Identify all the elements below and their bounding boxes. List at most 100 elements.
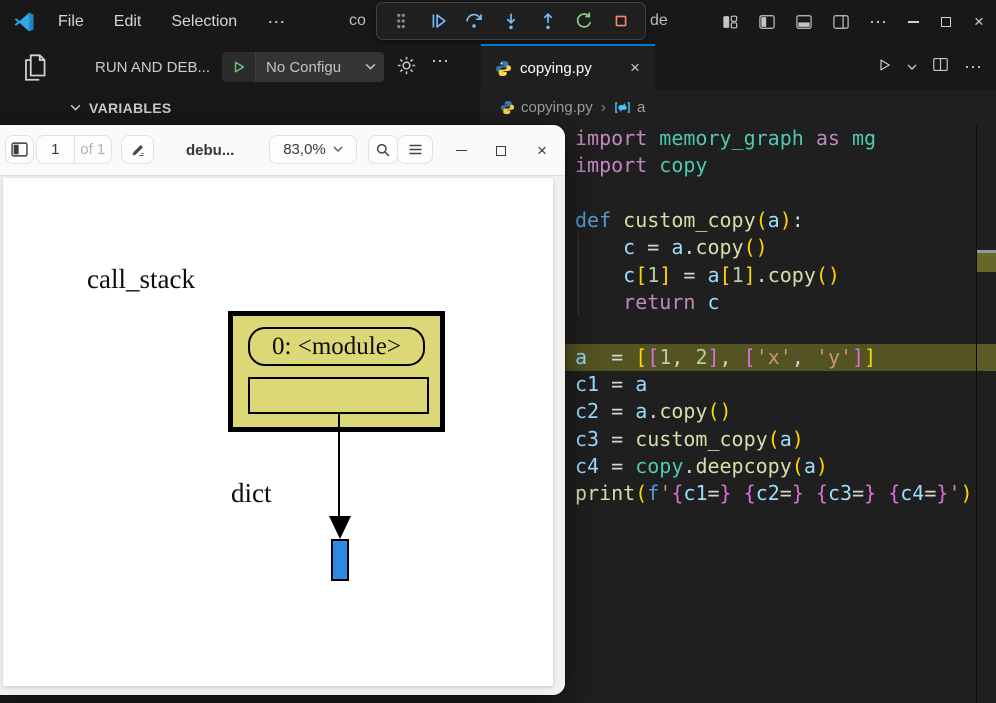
code-token: custom_copy bbox=[635, 427, 767, 451]
code-token: c1 bbox=[575, 372, 599, 396]
code-token: ] bbox=[708, 345, 720, 369]
code-token: a bbox=[804, 454, 816, 478]
explorer-files-icon[interactable] bbox=[18, 50, 52, 84]
code-token: a bbox=[575, 345, 587, 369]
code-token: [ bbox=[647, 345, 659, 369]
run-dropdown-chevron-icon[interactable] bbox=[907, 58, 917, 76]
start-debug-play-icon[interactable] bbox=[222, 52, 256, 82]
titlebar-more-icon[interactable]: ⋯ bbox=[867, 12, 889, 33]
tab-close-icon[interactable]: × bbox=[625, 58, 645, 78]
code-token: copy bbox=[768, 263, 816, 287]
code-line[interactable]: import copy bbox=[565, 152, 977, 179]
launch-config-dropdown[interactable]: No Configu bbox=[222, 52, 384, 82]
breadcrumb-symbol[interactable]: a bbox=[637, 99, 645, 116]
code-token: c2 bbox=[575, 399, 599, 423]
vscode-logo-icon bbox=[12, 10, 36, 34]
split-editor-icon[interactable] bbox=[931, 55, 950, 79]
menu-selection[interactable]: Selection bbox=[171, 13, 237, 31]
code-token: as bbox=[816, 126, 852, 150]
third-row: VARIABLES copying.py › a bbox=[0, 90, 996, 125]
code-editor[interactable]: import memory_graph as mgimport copy def… bbox=[565, 125, 977, 703]
tab-copying-py[interactable]: copying.py × bbox=[481, 44, 655, 90]
code-token: c1 bbox=[683, 481, 707, 505]
code-token: . bbox=[756, 263, 768, 287]
close-button[interactable]: × bbox=[970, 11, 988, 33]
code-line[interactable]: c = a.copy() bbox=[565, 234, 977, 261]
page-number-control[interactable]: 1 of 1 bbox=[36, 135, 112, 164]
code-line[interactable]: print(f'{c1=} {c2=} {c3=} {c4=}') bbox=[565, 480, 977, 507]
code-line[interactable] bbox=[565, 316, 977, 343]
code-token: a bbox=[780, 427, 792, 451]
toggle-sidebar-right-icon[interactable] bbox=[830, 11, 852, 33]
search-button[interactable] bbox=[368, 135, 398, 164]
menu-button[interactable] bbox=[397, 135, 433, 164]
gear-icon[interactable] bbox=[396, 55, 417, 81]
document-page[interactable]: call_stack 0: <module> dict bbox=[3, 178, 553, 686]
viewer-close-button[interactable]: × bbox=[532, 125, 552, 176]
code-line[interactable]: def custom_copy(a): bbox=[565, 207, 977, 234]
debug-step-out-icon[interactable] bbox=[533, 6, 563, 36]
maximize-button[interactable] bbox=[937, 11, 955, 33]
minimize-icon bbox=[908, 21, 919, 23]
code-token: c3 bbox=[828, 481, 852, 505]
code-token bbox=[575, 290, 623, 314]
menu-more-icon[interactable]: ⋯ bbox=[267, 12, 285, 33]
breadcrumb-file[interactable]: copying.py bbox=[521, 99, 593, 116]
code-token: return bbox=[623, 290, 707, 314]
code-line-current[interactable]: a = [[1, 2], ['x', 'y']] bbox=[565, 344, 977, 371]
maximize-icon bbox=[941, 17, 951, 27]
editor-more-icon[interactable]: ⋯ bbox=[964, 57, 982, 78]
code-token: copy bbox=[659, 153, 707, 177]
hamburger-menu-icon bbox=[408, 143, 423, 156]
code-token: a bbox=[635, 399, 647, 423]
overview-ruler-border bbox=[976, 125, 977, 703]
code-token: } bbox=[720, 481, 732, 505]
code-line[interactable]: c[1] = a[1].copy() bbox=[565, 262, 977, 289]
breadcrumb-separator: › bbox=[599, 99, 608, 117]
code-token: 'x' bbox=[756, 345, 792, 369]
sidebar-toggle-button[interactable] bbox=[5, 135, 34, 164]
minimize-button[interactable] bbox=[904, 11, 922, 33]
toggle-panel-icon[interactable] bbox=[793, 11, 815, 33]
debug-step-into-icon[interactable] bbox=[496, 6, 526, 36]
code-line[interactable]: return c bbox=[565, 289, 977, 316]
code-token: = bbox=[852, 481, 864, 505]
tab-bar: copying.py × bbox=[480, 44, 996, 90]
overview-ruler-debug-mark bbox=[977, 253, 996, 272]
second-row: RUN AND DEB... No Configu ⋯ bbox=[0, 44, 996, 90]
zoom-level-dropdown[interactable]: 83,0% bbox=[269, 135, 357, 164]
viewer-document-area[interactable]: call_stack 0: <module> dict bbox=[0, 176, 565, 695]
code-token: c4 bbox=[900, 481, 924, 505]
viewer-maximize-button[interactable] bbox=[491, 125, 511, 176]
run-python-file-icon[interactable] bbox=[875, 56, 893, 79]
code-line[interactable]: c3 = custom_copy(a) bbox=[565, 426, 977, 453]
annotate-button[interactable] bbox=[121, 135, 154, 164]
code-token: () bbox=[816, 263, 840, 287]
debug-restart-icon[interactable] bbox=[569, 6, 599, 36]
debug-step-over-icon[interactable] bbox=[459, 6, 489, 36]
debug-stop-icon[interactable] bbox=[606, 6, 636, 36]
code-token: c bbox=[707, 290, 719, 314]
menu-file[interactable]: File bbox=[58, 13, 84, 31]
code-token: ' bbox=[948, 481, 960, 505]
symbol-variable-icon bbox=[614, 100, 631, 115]
code-line[interactable] bbox=[565, 180, 977, 207]
code-token: mg bbox=[852, 126, 876, 150]
code-token: ) bbox=[816, 454, 828, 478]
debug-continue-icon[interactable] bbox=[423, 6, 453, 36]
code-line[interactable]: c1 = a bbox=[565, 371, 977, 398]
customize-layout-icon[interactable] bbox=[719, 11, 741, 33]
code-token: . bbox=[647, 399, 659, 423]
page-number-input[interactable]: 1 bbox=[37, 136, 75, 163]
viewer-minimize-button[interactable] bbox=[451, 125, 471, 176]
run-panel-more-icon[interactable]: ⋯ bbox=[431, 51, 449, 72]
code-line[interactable]: import memory_graph as mg bbox=[565, 125, 977, 152]
drag-gripper-icon[interactable] bbox=[386, 6, 416, 36]
code-token: ( bbox=[792, 454, 804, 478]
toggle-sidebar-left-icon[interactable] bbox=[756, 11, 778, 33]
code-line[interactable]: c2 = a.copy() bbox=[565, 398, 977, 425]
menu-edit[interactable]: Edit bbox=[114, 13, 142, 31]
code-line[interactable]: c4 = copy.deepcopy(a) bbox=[565, 453, 977, 480]
code-token: () bbox=[744, 235, 768, 259]
variables-section-header[interactable]: VARIABLES bbox=[70, 90, 172, 125]
